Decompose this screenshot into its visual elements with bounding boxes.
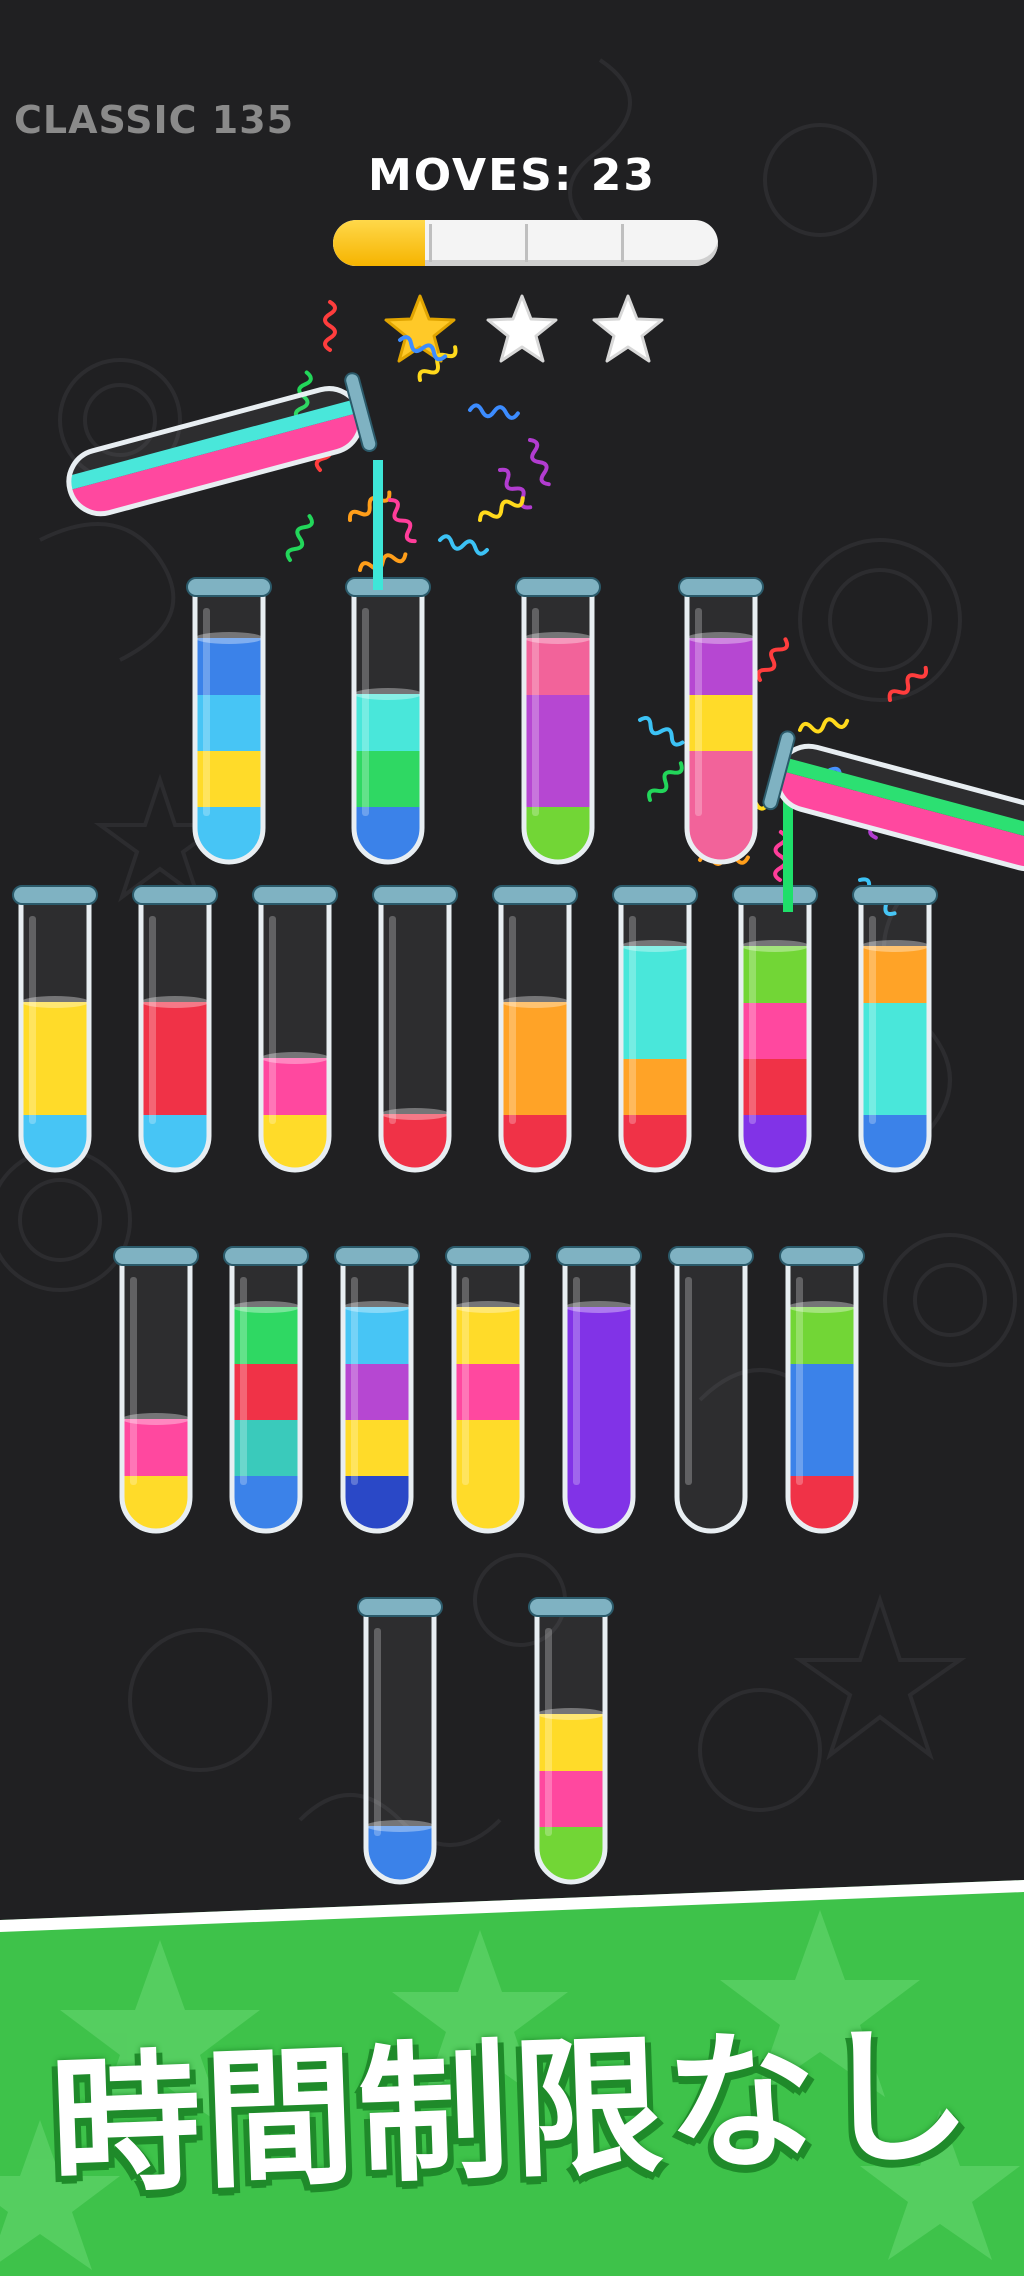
confetti-streamer <box>647 761 684 802</box>
confetti-streamer <box>323 300 337 352</box>
tube-glass <box>66 386 364 517</box>
confetti-streamer <box>798 717 850 734</box>
confetti-streamer <box>388 497 417 544</box>
tube[interactable] <box>678 577 764 865</box>
tube-highlight <box>240 1277 247 1485</box>
tube-highlight <box>749 916 756 1124</box>
tube[interactable] <box>334 1246 420 1534</box>
tube-highlight <box>869 916 876 1124</box>
tube[interactable] <box>612 885 698 1173</box>
tube[interactable] <box>779 1246 865 1534</box>
tube-highlight <box>130 1277 137 1485</box>
tube-highlight <box>685 1277 692 1485</box>
confetti-streamer <box>756 637 790 682</box>
tube-highlight <box>462 1277 469 1485</box>
confetti-streamer <box>528 438 551 487</box>
confetti-streamer <box>478 496 525 522</box>
tube-highlight <box>362 608 369 816</box>
tube-rim <box>528 1597 614 1617</box>
tube[interactable] <box>252 885 338 1173</box>
tube[interactable] <box>113 1246 199 1534</box>
pouring-tube <box>66 372 383 590</box>
tube[interactable] <box>186 577 272 865</box>
tube-highlight <box>509 916 516 1124</box>
tube-rim <box>492 885 578 905</box>
tube[interactable] <box>668 1246 754 1534</box>
tube[interactable] <box>515 577 601 865</box>
tube-rim <box>372 885 458 905</box>
tube[interactable] <box>132 885 218 1173</box>
tube-rim <box>186 577 272 597</box>
tube-highlight <box>389 916 396 1124</box>
tube[interactable] <box>357 1597 443 1885</box>
confetti-streamer <box>347 490 392 522</box>
tube-rim <box>445 1246 531 1266</box>
tube-highlight <box>796 1277 803 1485</box>
confetti-streamer <box>468 403 520 420</box>
tube[interactable] <box>528 1597 614 1885</box>
tube[interactable] <box>372 885 458 1173</box>
tube[interactable] <box>445 1246 531 1534</box>
game-board <box>12 300 1024 1885</box>
confetti-streamer <box>887 665 929 702</box>
tube[interactable] <box>345 577 431 865</box>
tube-rim <box>612 885 698 905</box>
tube-highlight <box>532 608 539 816</box>
banner-title: 時間制限なし <box>47 2008 978 2216</box>
tube[interactable] <box>12 885 98 1173</box>
pouring-tube <box>762 730 1024 912</box>
pour-stream <box>373 460 383 590</box>
tube-rim <box>345 577 431 597</box>
tube-rim <box>252 885 338 905</box>
tube-highlight <box>149 916 156 1124</box>
tube[interactable] <box>492 885 578 1173</box>
tube-highlight <box>374 1628 381 1836</box>
tube[interactable] <box>556 1246 642 1534</box>
tube-highlight <box>351 1277 358 1485</box>
pour-stream <box>783 790 793 912</box>
tube-rim <box>732 885 818 905</box>
tube-highlight <box>29 916 36 1124</box>
confetti-streamer <box>438 534 489 556</box>
tube-glass <box>774 743 1024 872</box>
tube-rim <box>12 885 98 905</box>
confetti-streamer <box>285 514 314 562</box>
tube-rim <box>334 1246 420 1266</box>
tube-rim <box>678 577 764 597</box>
tube-highlight <box>695 608 702 816</box>
tube-highlight <box>629 916 636 1124</box>
tube[interactable] <box>852 885 938 1173</box>
tube-rim <box>223 1246 309 1266</box>
tube[interactable] <box>223 1246 309 1534</box>
tube[interactable] <box>732 885 818 1173</box>
tube-highlight <box>203 608 210 816</box>
tube-highlight <box>269 916 276 1124</box>
tube-highlight <box>545 1628 552 1836</box>
tube-rim <box>668 1246 754 1266</box>
tube-rim <box>113 1246 199 1266</box>
tube-rim <box>556 1246 642 1266</box>
tube-rim <box>515 577 601 597</box>
tube-rim <box>357 1597 443 1617</box>
tube-rim <box>779 1246 865 1266</box>
confetti-streamer <box>638 715 685 747</box>
tube-highlight <box>573 1277 580 1485</box>
tube-rim <box>852 885 938 905</box>
tube-rim <box>132 885 218 905</box>
